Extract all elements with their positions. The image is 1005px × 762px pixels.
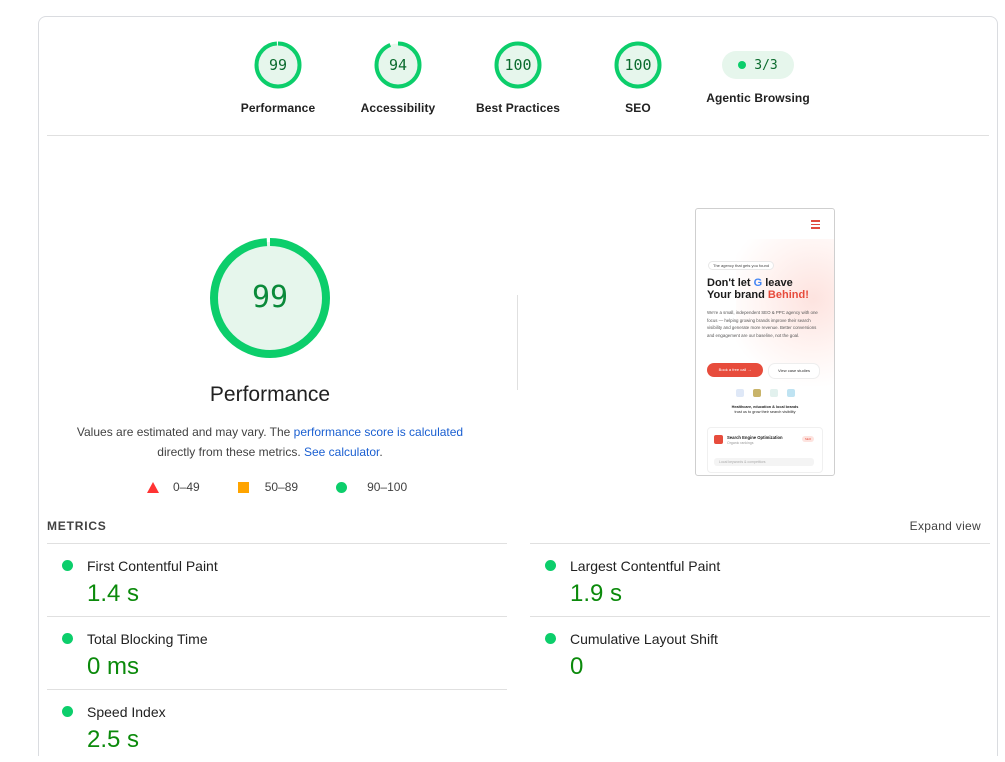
desc-text: Values are estimated and may vary. The <box>76 425 294 439</box>
gauge-ring: 99 <box>254 41 302 89</box>
service-title: Search Engine Optimization <box>727 435 783 440</box>
metric-value: 0 ms <box>87 653 140 680</box>
metric-label: Total Blocking Time <box>87 631 208 647</box>
legend-range: 50–89 <box>264 480 299 494</box>
final-screenshot-thumbnail[interactable]: The agency that gets you found Don't let… <box>695 208 835 476</box>
gauge-label: Performance <box>240 101 316 115</box>
caption-line: Healthcare, education & local brands <box>731 405 799 409</box>
metric-value: 1.4 s <box>87 580 140 607</box>
gauge-score: 100 <box>504 56 532 74</box>
lighthouse-report-card: 99 Performance 94 Accessibility 100 Best… <box>38 16 998 756</box>
hero-paragraph: We're a small, independent SEO & PPC age… <box>707 310 818 338</box>
gauge-agentic-browsing[interactable]: 3/3 Agentic Browsing <box>698 41 818 105</box>
case-studies-button: View case studies <box>768 363 820 379</box>
legend-range: 0–49 <box>173 480 200 494</box>
gauge-ring: 100 <box>614 41 662 89</box>
gauge-score: 100 <box>624 56 652 74</box>
client-logos <box>736 389 795 397</box>
headline-text: Don't let <box>707 277 754 289</box>
legend-item-fail: 0–49 <box>147 480 200 494</box>
metric-cumulative-layout-shift: Cumulative Layout Shift 0 <box>530 616 990 689</box>
gauge-ring: 100 <box>494 41 542 89</box>
service-subtitle: Organic rankings <box>727 441 754 445</box>
client-logo-icon <box>787 389 795 397</box>
pass-dot-icon <box>62 633 73 644</box>
metric-label: Largest Contentful Paint <box>570 558 721 574</box>
agentic-pill: 3/3 <box>722 51 794 79</box>
metric-label: First Contentful Paint <box>87 558 218 574</box>
performance-title: Performance <box>209 383 331 406</box>
gauge-performance[interactable]: 99 Performance <box>218 41 338 115</box>
gauge-label: Agentic Browsing <box>706 91 810 105</box>
see-calculator-link[interactable]: See calculator <box>304 445 379 459</box>
book-call-button: Book a free call → <box>707 363 763 377</box>
gauge-accessibility[interactable]: 94 Accessibility <box>338 41 458 115</box>
search-icon <box>714 435 723 444</box>
gauge-best-practices[interactable]: 100 Best Practices <box>458 41 578 115</box>
pass-dot-icon <box>62 706 73 717</box>
service-field: Local keywords & competitors <box>714 458 814 466</box>
gauge-score: 94 <box>388 56 408 74</box>
headline-text: leave <box>762 277 793 289</box>
metrics-heading: METRICS <box>47 519 107 533</box>
service-badge: SEO <box>802 436 814 442</box>
google-g-icon: G <box>753 277 763 289</box>
client-logo-icon <box>736 389 744 397</box>
legend-item-average: 50–89 <box>237 480 299 494</box>
metric-value: 2.5 s <box>87 726 140 753</box>
gauge-label: Accessibility <box>360 101 436 115</box>
metric-total-blocking-time: Total Blocking Time 0 ms <box>47 616 507 689</box>
metric-largest-contentful-paint: Largest Contentful Paint 1.9 s <box>530 543 990 616</box>
metrics-column-left: First Contentful Paint 1.4 s Total Block… <box>47 543 507 762</box>
gauge-label: SEO <box>625 101 651 115</box>
square-icon <box>237 481 249 493</box>
gauge-label: Best Practices <box>475 101 561 115</box>
hero-tag: The agency that gets you found <box>708 261 775 270</box>
logos-caption: Healthcare, education & local brands tru… <box>716 405 814 415</box>
metric-speed-index: Speed Index 2.5 s <box>47 689 507 762</box>
circle-icon <box>336 481 348 493</box>
gauge-ring: 94 <box>374 41 422 89</box>
desc-text: . <box>379 445 383 459</box>
divider <box>47 135 989 136</box>
gauge-seo[interactable]: 100 SEO <box>578 41 698 115</box>
headline-text: Your brand <box>707 289 768 301</box>
legend-range: 90–100 <box>367 480 408 494</box>
hamburger-menu-icon <box>811 220 820 231</box>
pass-dot-icon <box>62 560 73 571</box>
performance-gauge-large: 99 <box>209 237 331 359</box>
metric-label: Speed Index <box>87 704 166 720</box>
legend-item-pass: 90–100 <box>336 480 407 494</box>
metric-value: 0 <box>570 653 584 680</box>
metric-first-contentful-paint: First Contentful Paint 1.4 s <box>47 543 507 616</box>
desc-text: directly from these metrics. <box>157 445 304 459</box>
metric-value: 1.9 s <box>570 580 623 607</box>
client-logo-icon <box>753 389 761 397</box>
performance-score: 99 <box>251 280 289 315</box>
score-calculated-link[interactable]: performance score is calculated <box>294 425 463 439</box>
score-legend: 0–49 50–89 90–100 <box>147 480 445 494</box>
metric-label: Cumulative Layout Shift <box>570 631 718 647</box>
hero-headline: Don't let G leave Your brand Behind! <box>707 277 827 301</box>
client-logo-icon <box>770 389 778 397</box>
gauge-score: 99 <box>268 56 288 74</box>
caption-line: trust us to grow their search visibility <box>734 410 796 414</box>
headline-accent: Behind! <box>767 289 809 301</box>
performance-description: Values are estimated and may vary. The p… <box>59 422 481 462</box>
pass-dot-icon <box>738 61 747 69</box>
triangle-icon <box>147 481 159 493</box>
agentic-value: 3/3 <box>754 57 778 73</box>
expand-view-toggle[interactable]: Expand view <box>910 519 981 533</box>
pass-dot-icon <box>545 633 556 644</box>
pass-dot-icon <box>545 560 556 571</box>
metrics-column-right: Largest Contentful Paint 1.9 s Cumulativ… <box>530 543 990 689</box>
vertical-divider <box>517 295 518 390</box>
service-card: Search Engine Optimization Organic ranki… <box>707 427 823 473</box>
